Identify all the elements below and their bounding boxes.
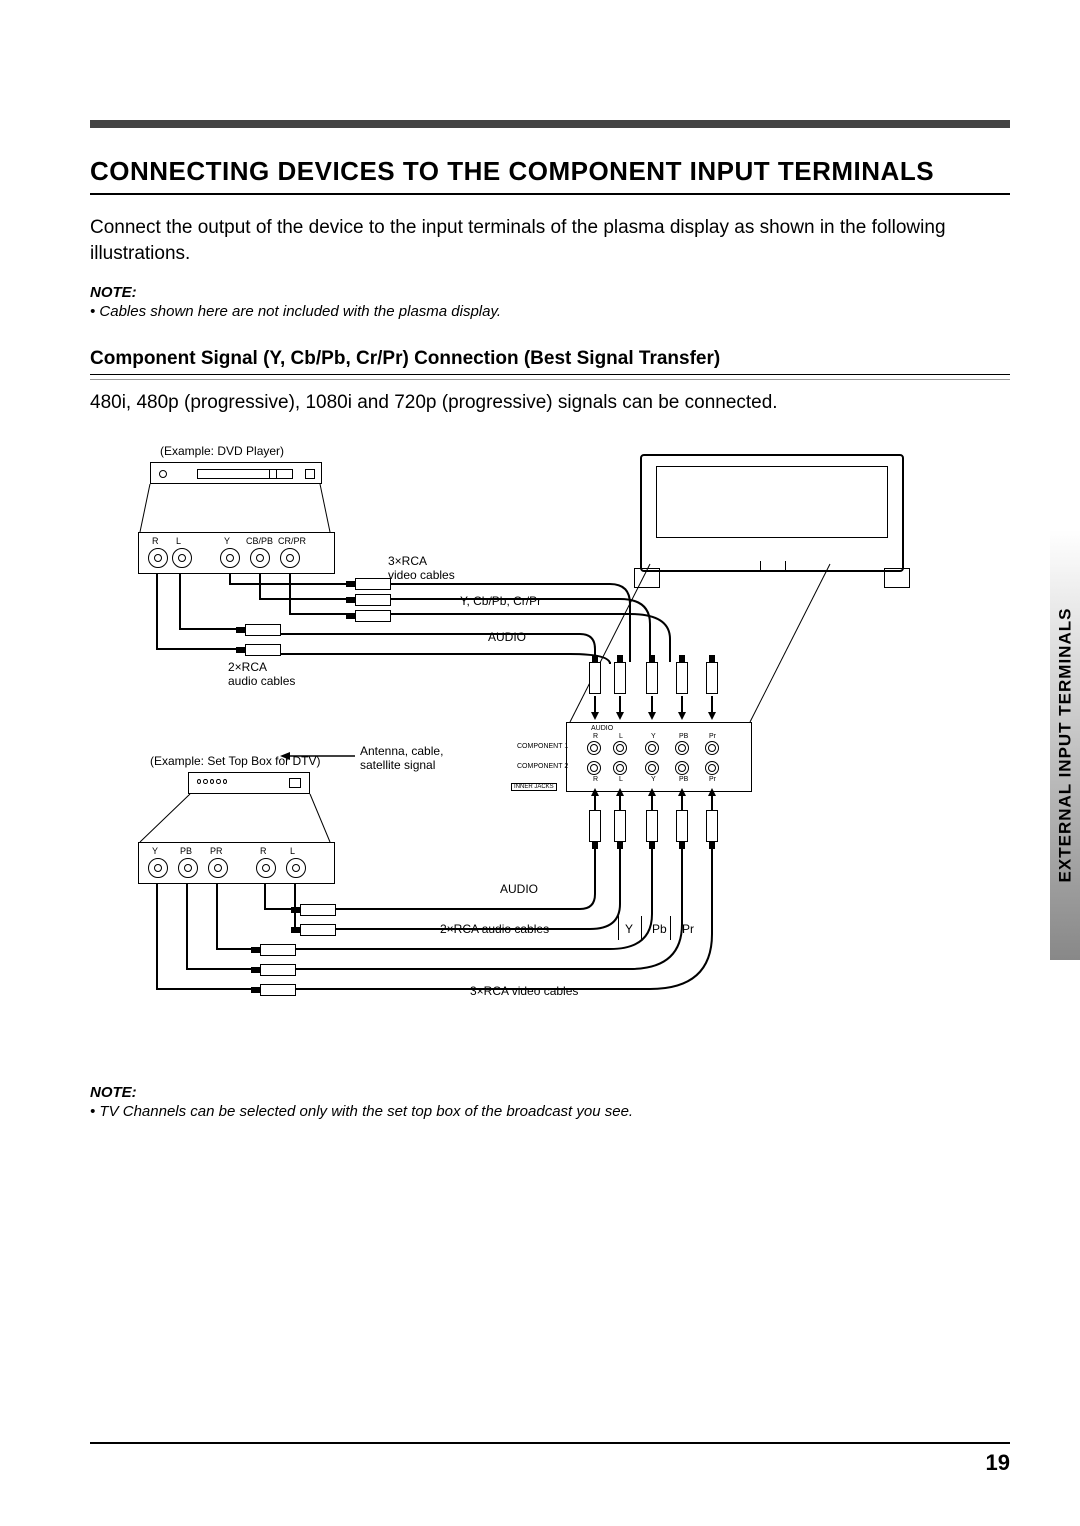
rca-plug-icon <box>300 904 336 916</box>
panel-r: R <box>593 733 598 740</box>
section-body: 480i, 480p (progressive), 1080i and 720p… <box>90 392 1010 414</box>
rca-plug-icon <box>706 662 718 694</box>
page-title: CONNECTING DEVICES TO THE COMPONENT INPU… <box>90 156 1010 187</box>
top-rule <box>90 120 1010 128</box>
rca-plug-icon <box>589 810 601 842</box>
panel-r2: R <box>593 776 598 783</box>
manual-page: CONNECTING DEVICES TO THE COMPONENT INPU… <box>0 0 1080 1526</box>
section-title: Component Signal (Y, Cb/Pb, Cr/Pr) Conne… <box>90 348 1010 370</box>
label-audio2: AUDIO <box>500 882 538 896</box>
antenna-label: Antenna, cable, satellite signal <box>360 744 443 772</box>
stb-y: Y <box>152 846 158 856</box>
rca-jack-icon <box>675 741 689 755</box>
rca-plug-icon <box>589 662 601 694</box>
rca-jack-icon <box>645 761 659 775</box>
intro-paragraph: Connect the output of the device to the … <box>90 215 1010 266</box>
label-pr-col: Pr <box>682 922 694 936</box>
stb-pb: PB <box>180 846 192 856</box>
rca-jack-icon <box>675 761 689 775</box>
note2-text: • TV Channels can be selected only with … <box>90 1103 1010 1120</box>
col-separator <box>670 916 671 940</box>
rca-jack-icon <box>587 761 601 775</box>
side-tab-label: EXTERNAL INPUT TERMINALS <box>1055 608 1075 883</box>
rca-plug-icon <box>646 662 658 694</box>
dvd-caption: (Example: DVD Player) <box>160 444 284 458</box>
rca-plug-icon <box>260 984 296 996</box>
panel-y2: Y <box>651 776 656 783</box>
panel-y: Y <box>651 733 656 740</box>
rca-plug-icon <box>260 964 296 976</box>
rca-jack-icon <box>705 741 719 755</box>
panel-pr2: Pr <box>709 776 716 783</box>
stb-caption: (Example: Set Top Box for DTV) <box>150 754 321 768</box>
label-2rca-audio: 2×RCA audio cables <box>228 660 295 688</box>
label-y: Y <box>224 536 230 546</box>
rca-plug-icon <box>355 594 391 606</box>
panel-component1: COMPONENT 1 <box>517 743 568 750</box>
rca-jack-icon <box>587 741 601 755</box>
rca-jack-icon <box>613 761 627 775</box>
rca-plug-icon <box>706 810 718 842</box>
panel-component2: COMPONENT 2 <box>517 763 568 770</box>
panel-audio-header: AUDIO <box>591 725 613 732</box>
title-underline <box>90 193 1010 195</box>
rca-plug-icon <box>614 810 626 842</box>
stb-pr: PR <box>210 846 223 856</box>
page-number: 19 <box>986 1450 1010 1476</box>
label-r: R <box>152 536 159 546</box>
col-separator <box>618 916 642 940</box>
label-l: L <box>176 536 181 546</box>
footer-rule <box>90 1442 1010 1444</box>
label-3rca-video: 3×RCA video cables <box>388 554 455 582</box>
label-pb-col: Pb <box>652 922 667 936</box>
panel-l: L <box>619 733 623 740</box>
rca-plug-icon <box>245 644 281 656</box>
rca-plug-icon <box>245 624 281 636</box>
rca-jack-icon <box>645 741 659 755</box>
label-ypbpr: Y, Cb/Pb, Cr/Pr <box>460 594 541 608</box>
panel-l2: L <box>619 776 623 783</box>
panel-pr: Pr <box>709 733 716 740</box>
tv-component-panel: AUDIO R L Y PB Pr COMPONENT 1 COMPONENT … <box>566 722 752 792</box>
label-cbpb: CB/PB <box>246 536 273 546</box>
stb-l: L <box>290 846 295 856</box>
tv-rear-icon <box>640 454 904 572</box>
panel-pb2: PB <box>679 776 688 783</box>
label-3rca-b: 3×RCA video cables <box>470 984 578 998</box>
rca-plug-icon <box>676 810 688 842</box>
panel-pb: PB <box>679 733 688 740</box>
label-2rca-b: 2×RCA audio cables <box>440 922 549 936</box>
side-tab: EXTERNAL INPUT TERMINALS <box>1050 530 1080 960</box>
rca-jack-icon <box>705 761 719 775</box>
rca-plug-icon <box>614 662 626 694</box>
stb-jack-strip <box>138 842 335 884</box>
panel-inner-jacks: INNER JACKS <box>511 783 557 791</box>
rca-jack-icon <box>613 741 627 755</box>
label-crpr: CR/PR <box>278 536 306 546</box>
rca-plug-icon <box>646 810 658 842</box>
dvd-player-icon <box>150 462 322 484</box>
note-text: • Cables shown here are not included wit… <box>90 303 1010 320</box>
note2-heading: NOTE: <box>90 1084 1010 1101</box>
stb-r: R <box>260 846 267 856</box>
rca-plug-icon <box>676 662 688 694</box>
rca-plug-icon <box>355 610 391 622</box>
section-underline <box>90 374 1010 380</box>
label-audio: AUDIO <box>488 630 526 644</box>
stb-icon <box>188 772 310 794</box>
connection-diagram: (Example: DVD Player) <box>130 444 950 1064</box>
rca-plug-icon <box>355 578 391 590</box>
note-heading: NOTE: <box>90 284 1010 301</box>
rca-plug-icon <box>260 944 296 956</box>
rca-plug-icon <box>300 924 336 936</box>
